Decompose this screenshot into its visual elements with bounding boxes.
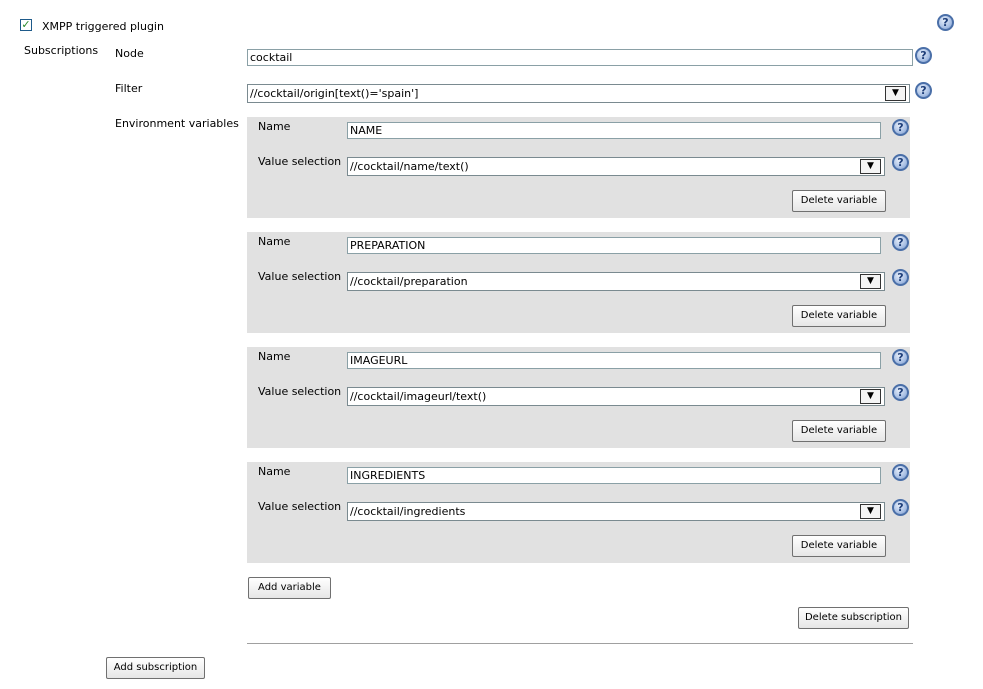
help-icon[interactable]: ? bbox=[937, 14, 954, 31]
variable-name-label: Name bbox=[258, 235, 291, 248]
value-selection-select[interactable]: //cocktail/imageurl/text() ▼ bbox=[347, 387, 885, 406]
add-variable-button[interactable]: Add variable bbox=[248, 577, 331, 599]
help-icon[interactable]: ? bbox=[892, 349, 909, 366]
value-selection-select[interactable]: //cocktail/preparation ▼ bbox=[347, 272, 885, 291]
value-selection-value: //cocktail/preparation bbox=[350, 275, 468, 288]
add-subscription-button[interactable]: Add subscription bbox=[106, 657, 205, 679]
filter-label: Filter bbox=[115, 82, 143, 95]
divider bbox=[247, 643, 913, 644]
variable-name-input[interactable]: NAME bbox=[347, 122, 881, 139]
help-icon[interactable]: ? bbox=[915, 82, 932, 99]
delete-variable-button[interactable]: Delete variable bbox=[792, 535, 886, 557]
value-selection-value: //cocktail/name/text() bbox=[350, 160, 469, 173]
help-icon[interactable]: ? bbox=[892, 234, 909, 251]
plugin-enabled-checkbox[interactable]: ✓ bbox=[20, 19, 32, 31]
checkmark-icon: ✓ bbox=[21, 18, 31, 31]
delete-variable-button[interactable]: Delete variable bbox=[792, 190, 886, 212]
subscriptions-label: Subscriptions bbox=[24, 44, 99, 57]
help-icon[interactable]: ? bbox=[892, 154, 909, 171]
environment-variables-label: Environment variables bbox=[115, 117, 239, 130]
value-selection-label: Value selection bbox=[258, 155, 342, 168]
variable-name-label: Name bbox=[258, 350, 291, 363]
value-selection-label: Value selection bbox=[258, 270, 342, 283]
value-selection-value: //cocktail/imageurl/text() bbox=[350, 390, 487, 403]
variable-name-input[interactable]: INGREDIENTS bbox=[347, 467, 881, 484]
plugin-label: XMPP triggered plugin bbox=[42, 20, 164, 33]
filter-value: //cocktail/origin[text()='spain'] bbox=[250, 87, 419, 100]
help-icon[interactable]: ? bbox=[892, 119, 909, 136]
help-icon[interactable]: ? bbox=[892, 464, 909, 481]
value-selection-label: Value selection bbox=[258, 385, 342, 398]
variable-name-label: Name bbox=[258, 120, 291, 133]
node-label: Node bbox=[115, 47, 144, 60]
help-icon[interactable]: ? bbox=[915, 47, 932, 64]
dropdown-arrow-icon[interactable]: ▼ bbox=[860, 159, 881, 174]
value-selection-label: Value selection bbox=[258, 500, 342, 513]
value-selection-select[interactable]: //cocktail/name/text() ▼ bbox=[347, 157, 885, 176]
value-selection-select[interactable]: //cocktail/ingredients ▼ bbox=[347, 502, 885, 521]
variable-name-label: Name bbox=[258, 465, 291, 478]
value-selection-value: //cocktail/ingredients bbox=[350, 505, 466, 518]
delete-variable-button[interactable]: Delete variable bbox=[792, 305, 886, 327]
dropdown-arrow-icon[interactable]: ▼ bbox=[885, 86, 906, 101]
help-icon[interactable]: ? bbox=[892, 384, 909, 401]
dropdown-arrow-icon[interactable]: ▼ bbox=[860, 504, 881, 519]
help-icon[interactable]: ? bbox=[892, 269, 909, 286]
dropdown-arrow-icon[interactable]: ▼ bbox=[860, 274, 881, 289]
delete-variable-button[interactable]: Delete variable bbox=[792, 420, 886, 442]
filter-select[interactable]: //cocktail/origin[text()='spain'] ▼ bbox=[247, 84, 910, 103]
variable-name-input[interactable]: IMAGEURL bbox=[347, 352, 881, 369]
delete-subscription-button[interactable]: Delete subscription bbox=[798, 607, 909, 629]
variable-name-input[interactable]: PREPARATION bbox=[347, 237, 881, 254]
help-icon[interactable]: ? bbox=[892, 499, 909, 516]
node-input[interactable]: cocktail bbox=[247, 49, 913, 66]
dropdown-arrow-icon[interactable]: ▼ bbox=[860, 389, 881, 404]
